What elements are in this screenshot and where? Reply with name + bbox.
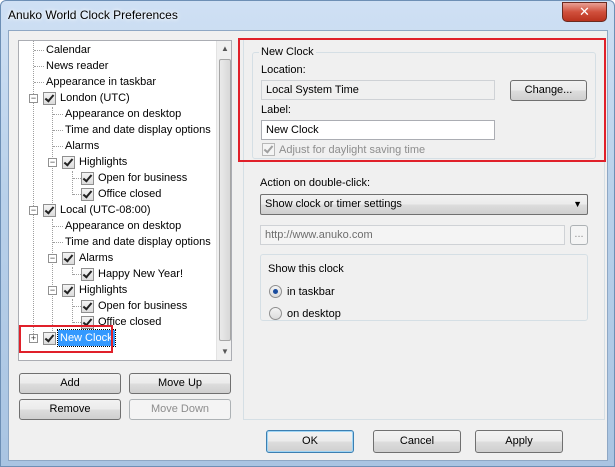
desktop-radio[interactable] — [269, 307, 282, 320]
url-input[interactable]: http://www.anuko.com — [260, 225, 565, 245]
tree-item-london-open-business[interactable]: Open for business — [19, 170, 215, 186]
tree-item-appearance-taskbar[interactable]: Appearance in taskbar — [19, 74, 215, 90]
happy-new-year-checkbox[interactable] — [81, 268, 94, 281]
local-checkbox[interactable] — [43, 204, 56, 217]
tree-item-local-appearance-desktop[interactable]: Appearance on desktop — [19, 218, 215, 234]
tree-item-london-appearance-desktop[interactable]: Appearance on desktop — [19, 106, 215, 122]
move-down-button[interactable]: Move Down — [129, 399, 231, 420]
dialog-client-area: Calendar News reader Appearance in taskb… — [8, 30, 608, 461]
checkmark-icon — [63, 156, 74, 167]
checkmark-icon — [63, 252, 74, 263]
show-clock-title: Show this clock — [268, 263, 344, 275]
tree-item-local-open-business[interactable]: Open for business — [19, 298, 215, 314]
tree-item-label: London (UTC) — [60, 92, 130, 104]
remove-button[interactable]: Remove — [19, 399, 121, 420]
tree-item-label: Alarms — [79, 252, 114, 264]
tree-item-london[interactable]: − London (UTC) — [19, 90, 215, 106]
window-title: Anuko World Clock Preferences — [8, 8, 178, 22]
scroll-up-icon[interactable]: ▲ — [217, 41, 231, 57]
collapse-icon[interactable]: − — [48, 158, 57, 167]
preferences-window: Anuko World Clock Preferences ✕ Calendar… — [0, 0, 615, 467]
show-clock-group: Show this clock in taskbar on desktop — [260, 254, 588, 321]
tree-item-label: Time and date display options — [65, 236, 211, 248]
double-click-label: Action on double-click: — [260, 177, 371, 189]
tree-item-local[interactable]: − Local (UTC-08:00) — [19, 202, 215, 218]
scroll-down-icon[interactable]: ▼ — [217, 344, 231, 360]
tree-item-news-reader[interactable]: News reader — [19, 58, 215, 74]
add-button[interactable]: Add — [19, 373, 121, 394]
radio-selected-dot — [273, 289, 278, 294]
tree-item-label: Highlights — [79, 284, 128, 296]
alarms-checkbox[interactable] — [62, 252, 75, 265]
tree-item-label: Calendar — [46, 44, 91, 56]
tree-item-label: Happy New Year! — [98, 268, 183, 280]
checkmark-icon — [82, 188, 93, 199]
browse-url-button[interactable]: ... — [570, 225, 588, 245]
checkmark-icon — [44, 92, 55, 103]
tree-item-calendar[interactable]: Calendar — [19, 42, 215, 58]
tree-item-label: Local (UTC-08:00) — [60, 204, 151, 216]
highlights-checkbox[interactable] — [62, 156, 75, 169]
tree-item-local-time-date[interactable]: Time and date display options — [19, 234, 215, 250]
checkmark-icon — [82, 268, 93, 279]
tree-scrollbar[interactable]: ▲ ▼ — [216, 41, 231, 360]
scrollbar-thumb[interactable] — [219, 59, 231, 341]
close-icon: ✕ — [579, 4, 590, 19]
collapse-icon[interactable]: − — [48, 254, 57, 263]
desktop-radio-label: on desktop — [287, 308, 341, 320]
checkmark-icon — [82, 172, 93, 183]
chevron-down-icon: ▼ — [573, 199, 582, 209]
annotation-highlight — [19, 325, 113, 353]
tree-item-london-highlights[interactable]: − Highlights — [19, 154, 215, 170]
tree-item-label: Appearance on desktop — [65, 220, 182, 232]
checkmark-icon — [82, 300, 93, 311]
open-business-checkbox[interactable] — [81, 172, 94, 185]
tree-item-label: News reader — [46, 60, 109, 72]
close-button[interactable]: ✕ — [562, 2, 607, 22]
tree-item-label: Open for business — [98, 300, 188, 312]
apply-button[interactable]: Apply — [475, 430, 563, 453]
settings-tree[interactable]: Calendar News reader Appearance in taskb… — [18, 40, 232, 361]
checkmark-icon — [44, 204, 55, 215]
collapse-icon[interactable]: − — [48, 286, 57, 295]
ok-button[interactable]: OK — [266, 430, 354, 453]
tree-item-london-time-date[interactable]: Time and date display options — [19, 122, 215, 138]
tree-item-local-alarms[interactable]: − Alarms — [19, 250, 215, 266]
double-click-action-select[interactable]: Show clock or timer settings ▼ — [260, 194, 588, 215]
title-bar[interactable]: Anuko World Clock Preferences ✕ — [1, 1, 614, 29]
highlights-checkbox[interactable] — [62, 284, 75, 297]
tree-item-label: Alarms — [65, 140, 100, 152]
collapse-icon[interactable]: − — [29, 94, 38, 103]
taskbar-radio-label: in taskbar — [287, 286, 335, 298]
annotation-highlight — [238, 38, 606, 162]
move-up-button[interactable]: Move Up — [129, 373, 231, 394]
tree-item-london-office-closed[interactable]: Office closed — [19, 186, 215, 202]
tree-item-happy-new-year[interactable]: Happy New Year! — [19, 266, 215, 282]
taskbar-radio[interactable] — [269, 285, 282, 298]
tree-item-london-alarms[interactable]: Alarms — [19, 138, 215, 154]
office-closed-checkbox[interactable] — [81, 188, 94, 201]
tree-item-label: Office closed — [98, 188, 162, 200]
tree-item-label: Appearance on desktop — [65, 108, 182, 120]
cancel-button[interactable]: Cancel — [373, 430, 461, 453]
select-value: Show clock or timer settings — [265, 198, 402, 210]
collapse-icon[interactable]: − — [29, 206, 38, 215]
tree-item-label: Time and date display options — [65, 124, 211, 136]
london-checkbox[interactable] — [43, 92, 56, 105]
tree-item-label: Appearance in taskbar — [46, 76, 157, 88]
checkmark-icon — [63, 284, 74, 295]
tree-item-local-highlights[interactable]: − Highlights — [19, 282, 215, 298]
tree-item-label: Highlights — [79, 156, 128, 168]
tree-item-label: Open for business — [98, 172, 188, 184]
open-business-checkbox[interactable] — [81, 300, 94, 313]
